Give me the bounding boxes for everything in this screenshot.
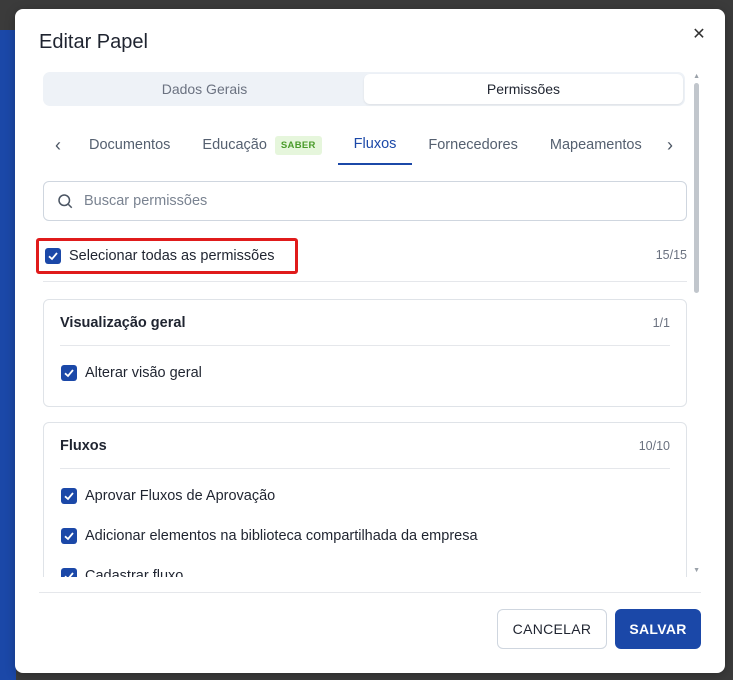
edit-role-modal: Editar Papel ✕ Dados Gerais Permissões ‹… [15, 9, 725, 673]
permission-group-visualizacao-geral: Visualização geral 1/1 Alterar visão ger… [43, 299, 687, 407]
footer-divider [39, 592, 701, 593]
tab-label: Fluxos [353, 136, 397, 152]
group-title: Fluxos [60, 437, 107, 454]
permission-checkbox[interactable] [61, 365, 77, 381]
background-app-edge [0, 30, 16, 680]
select-all-count: 15/15 [655, 248, 687, 262]
tab-documentos[interactable]: Documentos [73, 125, 186, 165]
tab-fluxos[interactable]: Fluxos [337, 125, 413, 165]
check-icon [64, 532, 74, 541]
divider [43, 281, 687, 282]
scroll-down-arrow-icon[interactable]: ▼ [693, 567, 700, 574]
group-header: Visualização geral 1/1 [60, 300, 670, 346]
permission-item[interactable]: Aprovar Fluxos de Aprovação [61, 476, 686, 516]
group-header: Fluxos 10/10 [60, 423, 670, 469]
permission-checkbox[interactable] [61, 568, 77, 577]
group-count: 10/10 [638, 438, 670, 453]
select-all-row[interactable]: Selecionar todas as permissões [36, 238, 298, 274]
permission-label: Cadastrar fluxo [85, 568, 184, 577]
group-count: 1/1 [652, 315, 670, 330]
check-icon [64, 572, 74, 577]
cancel-button[interactable]: CANCELAR [497, 609, 607, 649]
tab-educacao[interactable]: Educação SABER [186, 125, 337, 165]
check-icon [48, 252, 58, 261]
check-icon [64, 492, 74, 501]
scroll-up-arrow-icon[interactable]: ▲ [693, 73, 700, 80]
modal-scroll-area[interactable]: Dados Gerais Permissões ‹ Documentos Edu… [15, 67, 725, 577]
close-icon[interactable]: ✕ [689, 25, 709, 45]
save-button[interactable]: SALVAR [615, 609, 701, 649]
tab-mapeamentos[interactable]: Mapeamentos [534, 125, 642, 165]
section-switcher: Dados Gerais Permissões [43, 72, 685, 106]
chevron-right-icon[interactable]: › [655, 125, 685, 165]
permission-label: Adicionar elementos na biblioteca compar… [85, 528, 478, 544]
permission-group-fluxos: Fluxos 10/10 Aprovar Fluxos de Aprovação… [43, 422, 687, 577]
segment-dados-gerais[interactable]: Dados Gerais [45, 74, 364, 104]
tab-label: Documentos [89, 137, 171, 153]
check-icon [64, 369, 74, 378]
group-title: Visualização geral [60, 314, 186, 331]
segment-permissoes[interactable]: Permissões [364, 74, 683, 104]
permission-checkbox[interactable] [61, 488, 77, 504]
permission-category-tabs: ‹ Documentos Educação SABER Fluxos Forne… [43, 125, 685, 165]
permission-label: Alterar visão geral [85, 365, 202, 381]
modal-title: Editar Papel [39, 31, 148, 53]
tab-label: Educação [202, 137, 267, 153]
tab-label: Mapeamentos [549, 137, 642, 153]
tab-label: Fornecedores [428, 137, 518, 153]
saber-badge: SABER [274, 135, 322, 155]
permission-label: Aprovar Fluxos de Aprovação [85, 488, 276, 504]
permission-checkbox[interactable] [61, 528, 77, 544]
scrollbar-thumb[interactable] [694, 83, 699, 293]
permission-item[interactable]: Adicionar elementos na biblioteca compar… [61, 516, 686, 556]
tab-fornecedores[interactable]: Fornecedores [412, 125, 533, 165]
select-all-label: Selecionar todas as permissões [69, 248, 275, 264]
chevron-left-icon[interactable]: ‹ [43, 125, 73, 165]
search-icon [58, 194, 73, 209]
search-input[interactable] [84, 193, 674, 209]
select-all-checkbox[interactable] [45, 248, 61, 264]
permission-item[interactable]: Cadastrar fluxo [61, 556, 686, 577]
search-field[interactable] [43, 181, 687, 221]
permission-item[interactable]: Alterar visão geral [61, 353, 686, 393]
